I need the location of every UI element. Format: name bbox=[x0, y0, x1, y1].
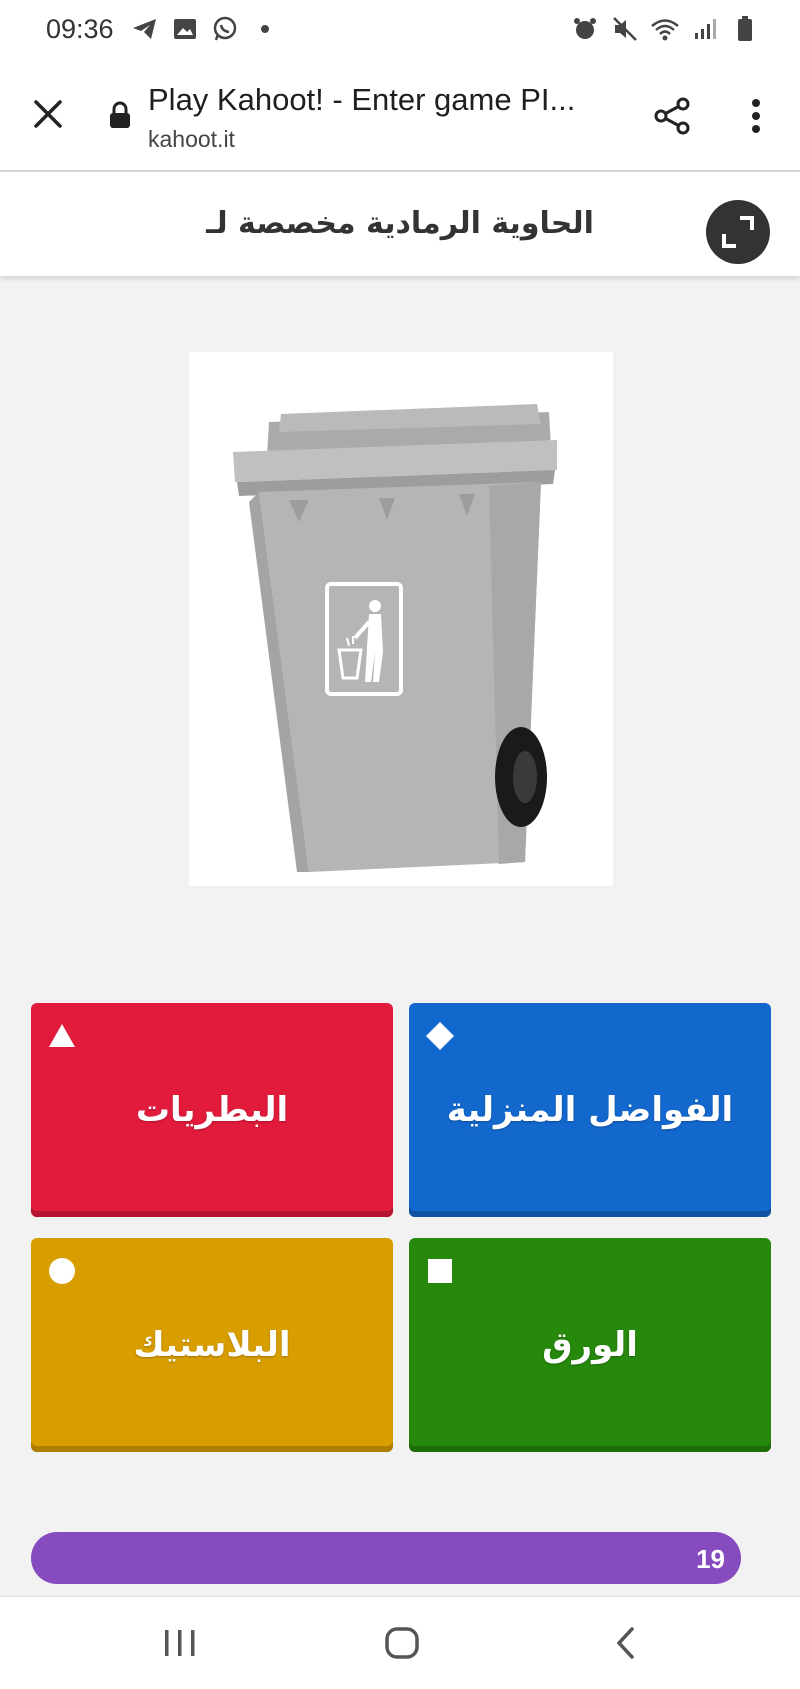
browser-toolbar: Play Kahoot! - Enter game PI... kahoot.i… bbox=[0, 62, 800, 172]
home-icon bbox=[385, 1627, 419, 1659]
signal-icon bbox=[690, 14, 720, 44]
answer-blue[interactable]: الفواضل المنزلية bbox=[409, 1003, 771, 1217]
wifi-icon bbox=[650, 14, 680, 44]
triangle-icon bbox=[49, 1024, 75, 1047]
dot-icon bbox=[250, 14, 280, 44]
page-title: Play Kahoot! - Enter game PI... bbox=[148, 82, 576, 117]
close-icon bbox=[34, 100, 62, 128]
answer-yellow[interactable]: البلاستيك bbox=[31, 1238, 393, 1452]
question-image bbox=[189, 352, 613, 886]
recent-apps-icon bbox=[165, 1630, 195, 1656]
fullscreen-button[interactable] bbox=[706, 200, 770, 264]
gallery-icon bbox=[170, 14, 200, 44]
telegram-icon bbox=[130, 14, 160, 44]
answer-green[interactable]: الورق bbox=[409, 1238, 771, 1452]
question-bar: الحاوية الرمادية مخصصة لـ bbox=[0, 172, 800, 276]
back-icon bbox=[616, 1627, 634, 1659]
close-button[interactable] bbox=[24, 90, 72, 138]
answer-label: البلاستيك bbox=[133, 1325, 291, 1365]
share-icon bbox=[654, 97, 690, 135]
answer-red[interactable]: البطريات bbox=[31, 1003, 393, 1217]
battery-icon bbox=[730, 14, 760, 44]
answer-label: الفواضل المنزلية bbox=[446, 1090, 734, 1130]
more-vertical-icon bbox=[752, 99, 760, 133]
timer-bar: 19 bbox=[31, 1532, 741, 1584]
lock-icon bbox=[110, 101, 130, 128]
more-options-button[interactable] bbox=[732, 92, 780, 140]
whatsapp-icon bbox=[210, 14, 240, 44]
page-url: kahoot.it bbox=[148, 126, 235, 152]
system-nav-bar bbox=[0, 1596, 800, 1689]
back-button[interactable] bbox=[596, 1619, 656, 1667]
diamond-icon bbox=[426, 1022, 454, 1050]
square-icon bbox=[428, 1259, 452, 1283]
home-button[interactable] bbox=[372, 1619, 432, 1667]
answer-label: البطريات bbox=[135, 1090, 289, 1130]
recent-apps-button[interactable] bbox=[150, 1619, 210, 1667]
status-time: 09:36 bbox=[46, 14, 114, 44]
share-button[interactable] bbox=[648, 92, 696, 140]
alarm-icon bbox=[570, 14, 600, 44]
answer-label: الورق bbox=[542, 1325, 638, 1365]
question-text: الحاوية الرمادية مخصصة لـ bbox=[206, 206, 594, 241]
expand-icon bbox=[722, 216, 754, 248]
timer-count: 19 bbox=[696, 1544, 725, 1574]
trash-bin-image bbox=[233, 404, 557, 872]
mute-icon bbox=[610, 14, 640, 44]
status-bar: 09:36 bbox=[0, 0, 800, 62]
circle-icon bbox=[49, 1258, 75, 1284]
